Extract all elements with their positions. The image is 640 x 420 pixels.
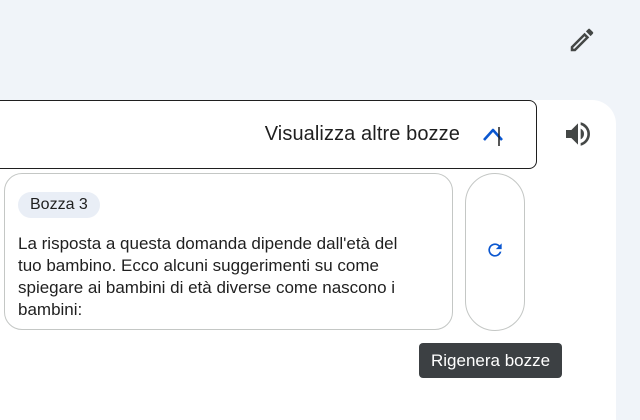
volume-icon	[562, 118, 594, 155]
refresh-icon	[485, 240, 505, 265]
draft-card[interactable]: Bozza 3 La risposta a questa domanda dip…	[4, 173, 453, 330]
show-drafts-toggle[interactable]: Visualizza altre bozze	[0, 100, 537, 169]
pencil-icon	[567, 25, 597, 60]
chevron-up-icon	[480, 122, 506, 148]
edit-button[interactable]	[562, 22, 602, 62]
regenerate-drafts-button[interactable]	[465, 173, 525, 331]
draft-preview-text: La risposta a questa domanda dipende dal…	[18, 234, 398, 319]
show-drafts-label: Visualizza altre bozze	[264, 123, 460, 145]
regenerate-tooltip: Rigenera bozze	[419, 343, 563, 378]
read-aloud-button[interactable]	[558, 116, 598, 156]
draft-chip: Bozza 3	[18, 192, 100, 218]
